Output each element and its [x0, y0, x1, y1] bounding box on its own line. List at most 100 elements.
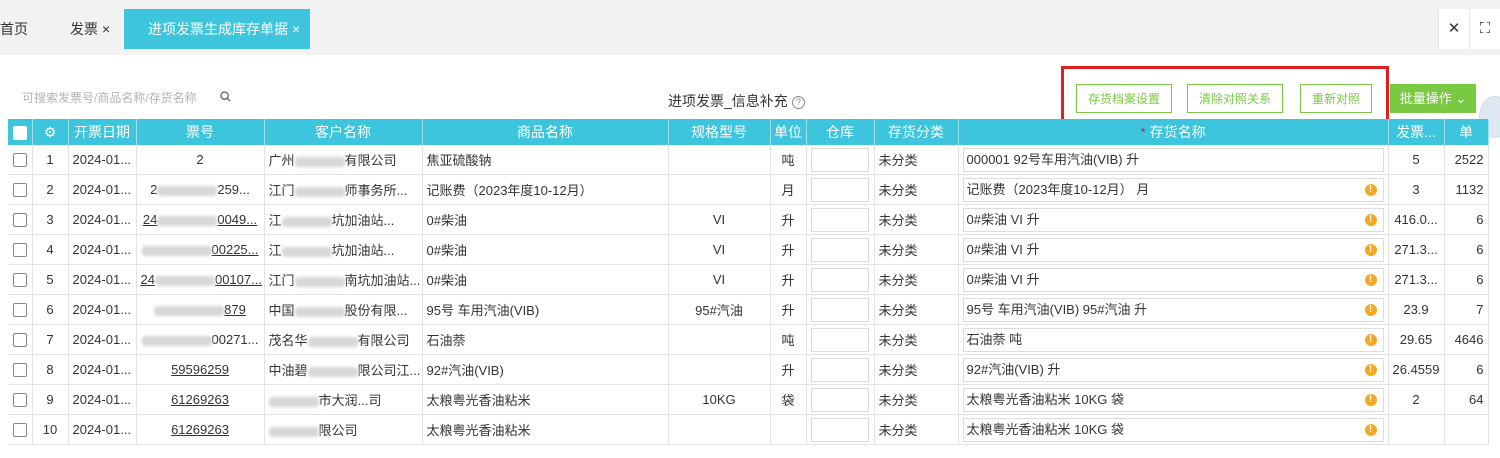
inventory-select[interactable]: 记账费（2023年度10-12月） 月! — [962, 177, 1384, 202]
warehouse-input[interactable] — [811, 237, 869, 262]
cell-invoice-no[interactable]: 24 00107... — [136, 264, 265, 295]
cell-invoice-no[interactable]: 2 — [136, 145, 265, 175]
invoice-no-prefix[interactable]: 2 — [196, 152, 203, 167]
tab-invoice-close-icon[interactable]: × — [102, 21, 110, 37]
warning-icon[interactable]: ! — [1364, 273, 1377, 286]
cell-invoice-no[interactable]: 00225... — [136, 234, 265, 265]
warning-icon[interactable]: ! — [1364, 393, 1377, 406]
cell-invoice-no[interactable]: 59596259 — [136, 354, 265, 385]
tab-home[interactable]: 首页 — [0, 9, 28, 49]
invoice-no-prefix[interactable]: 61269263 — [171, 392, 229, 407]
cell-invoice-no[interactable]: 879 — [136, 294, 265, 325]
warning-icon[interactable]: ! — [1364, 333, 1377, 346]
column-settings-icon[interactable]: ⚙ — [32, 119, 69, 145]
inventory-select[interactable]: 太粮粤光香油粘米 10KG 袋! — [962, 387, 1384, 412]
header-spec[interactable]: 规格型号 — [668, 119, 771, 145]
help-icon[interactable]: ? — [791, 96, 805, 109]
customer-prefix: 中油碧 — [268, 363, 308, 378]
invoice-no-suffix[interactable]: 00107... — [215, 272, 262, 287]
cell-category: 未分类 — [874, 174, 959, 205]
table-row[interactable]: 9 2024-01... 61269263 市大润...司 太粮粤光香油粘米 10KG 袋 未… — [8, 384, 1489, 415]
warning-icon[interactable]: ! — [1364, 213, 1377, 226]
cell-invoice-no[interactable]: 61269263 — [136, 384, 265, 415]
header-category[interactable]: 存货分类 — [874, 119, 959, 145]
header-inventory[interactable]: * 存货名称 — [958, 119, 1389, 145]
table-row[interactable]: 7 2024-01... 00271... 茂名华 有限公司 石油萘吨未分类 石油萘 吨! 2… — [8, 324, 1489, 355]
warehouse-input[interactable] — [811, 417, 869, 442]
inventory-select[interactable]: 石油萘 吨! — [962, 327, 1384, 352]
warning-icon[interactable]: ! — [1364, 303, 1377, 316]
inventory-select[interactable]: 95号 车用汽油(VIB) 95#汽油 升! — [962, 297, 1384, 322]
warehouse-input[interactable] — [811, 147, 869, 172]
batch-operation-button[interactable]: 批量操作 ⌄ — [1390, 84, 1476, 113]
warehouse-input[interactable] — [811, 207, 869, 232]
invoice-no-suffix[interactable]: 879 — [224, 302, 246, 317]
row-checkbox[interactable] — [8, 384, 33, 415]
header-warehouse[interactable]: 仓库 — [806, 119, 875, 145]
search-icon[interactable] — [220, 91, 231, 102]
invoice-no-suffix[interactable]: 00225... — [212, 242, 259, 257]
warning-icon[interactable]: ! — [1364, 423, 1377, 436]
row-number: 3 — [32, 204, 69, 235]
table-row[interactable]: 3 2024-01... 24 0049... 江坑加油站... 0#柴油 VI 升未分类 0#… — [8, 204, 1489, 235]
row-checkbox[interactable] — [8, 414, 33, 445]
row-checkbox[interactable] — [8, 234, 33, 265]
warehouse-input[interactable] — [811, 327, 869, 352]
header-qty[interactable]: 发票... — [1388, 119, 1445, 145]
table-row[interactable]: 10 2024-01... 61269263 限公司 太粮粤光香油粘米 未分类 太粮粤光香油… — [8, 414, 1489, 445]
inventory-select[interactable]: 0#柴油 VI 升! — [962, 207, 1384, 232]
row-checkbox[interactable] — [8, 174, 33, 205]
warehouse-input[interactable] — [811, 387, 869, 412]
warehouse-input[interactable] — [811, 357, 869, 382]
row-checkbox[interactable] — [8, 294, 33, 325]
row-checkbox[interactable] — [8, 204, 33, 235]
fullscreen-icon[interactable]: ⛶ — [1469, 9, 1500, 49]
header-invoice-no[interactable]: 票号 — [136, 119, 265, 145]
cell-invoice-no[interactable]: 24 0049... — [136, 204, 265, 235]
row-checkbox[interactable] — [8, 354, 33, 385]
inventory-select[interactable]: 92#汽油(VIB) 升! — [962, 357, 1384, 382]
cell-inventory: 记账费（2023年度10-12月） 月! — [958, 174, 1389, 205]
warning-icon[interactable]: ! — [1364, 183, 1377, 196]
cell-invoice-no[interactable]: 00271... — [136, 324, 265, 355]
inventory-select[interactable]: 太粮粤光香油粘米 10KG 袋! — [962, 417, 1384, 442]
header-unit[interactable]: 单位 — [770, 119, 807, 145]
invoice-no-suffix[interactable]: 259... — [217, 182, 250, 197]
table-row[interactable]: 8 2024-01... 59596259 中油碧 限公司江... 92#汽油(VIB) 升… — [8, 354, 1489, 385]
invoice-no-prefix[interactable]: 59596259 — [171, 362, 229, 377]
table-row[interactable]: 1 2024-01... 2 广州 有限公司 焦亚硫酸钠 吨 未分类 000001 92号车用汽… — [8, 145, 1489, 175]
invoice-no-prefix[interactable]: 24 — [143, 212, 157, 227]
cell-invoice-no[interactable]: 2 259... — [136, 174, 265, 205]
tab-generate-inventory-close-icon[interactable]: × — [292, 21, 300, 37]
tab-generate-inventory[interactable]: 进项发票生成库存单据 × — [124, 9, 311, 49]
inventory-select[interactable]: 0#柴油 VI 升! — [962, 237, 1384, 262]
invoice-no-suffix[interactable]: 0049... — [217, 212, 257, 227]
warning-icon[interactable]: ! — [1364, 363, 1377, 376]
warehouse-input[interactable] — [811, 267, 869, 292]
header-product[interactable]: 商品名称 — [422, 119, 669, 145]
row-checkbox[interactable] — [8, 264, 33, 295]
warehouse-input[interactable] — [811, 297, 869, 322]
inventory-select[interactable]: 0#柴油 VI 升! — [962, 267, 1384, 292]
search-input[interactable]: 可搜索发票号/商品名称/存货名称 — [22, 89, 242, 107]
row-checkbox[interactable] — [8, 324, 33, 355]
invoice-no-suffix[interactable]: 00271... — [212, 332, 259, 347]
warehouse-input[interactable] — [811, 177, 869, 202]
table-row[interactable]: 4 2024-01... 00225... 江坑加油站... 0#柴油 VI 升未分类 0#柴… — [8, 234, 1489, 265]
tab-invoice[interactable]: 发票 × — [70, 9, 110, 49]
header-price[interactable]: 单 — [1444, 119, 1489, 145]
cell-invoice-no[interactable]: 61269263 — [136, 414, 265, 445]
inventory-select[interactable]: 000001 92号车用汽油(VIB) 升 — [962, 147, 1384, 172]
select-all-checkbox[interactable] — [8, 119, 33, 145]
table-row[interactable]: 5 2024-01... 24 00107... 江门 南坑加油站... 0#柴油 VI 升 未分… — [8, 264, 1489, 295]
close-all-icon[interactable]: ✕ — [1438, 9, 1469, 49]
header-date[interactable]: 开票日期 — [68, 119, 137, 145]
invoice-no-prefix[interactable]: 24 — [141, 272, 155, 287]
invoice-no-prefix[interactable]: 61269263 — [171, 422, 229, 437]
warning-icon[interactable]: ! — [1364, 243, 1377, 256]
table-row[interactable]: 6 2024-01... 879 中国 股份有限... 95号 车用汽油(VIB) 95#汽… — [8, 294, 1489, 325]
invoice-no-prefix[interactable]: 2 — [150, 182, 157, 197]
table-row[interactable]: 2 2024-01... 2 259... 江门 师事务所... 记账费（2023年度10-… — [8, 174, 1489, 205]
header-customer[interactable]: 客户名称 — [264, 119, 423, 145]
row-checkbox[interactable] — [8, 145, 33, 175]
